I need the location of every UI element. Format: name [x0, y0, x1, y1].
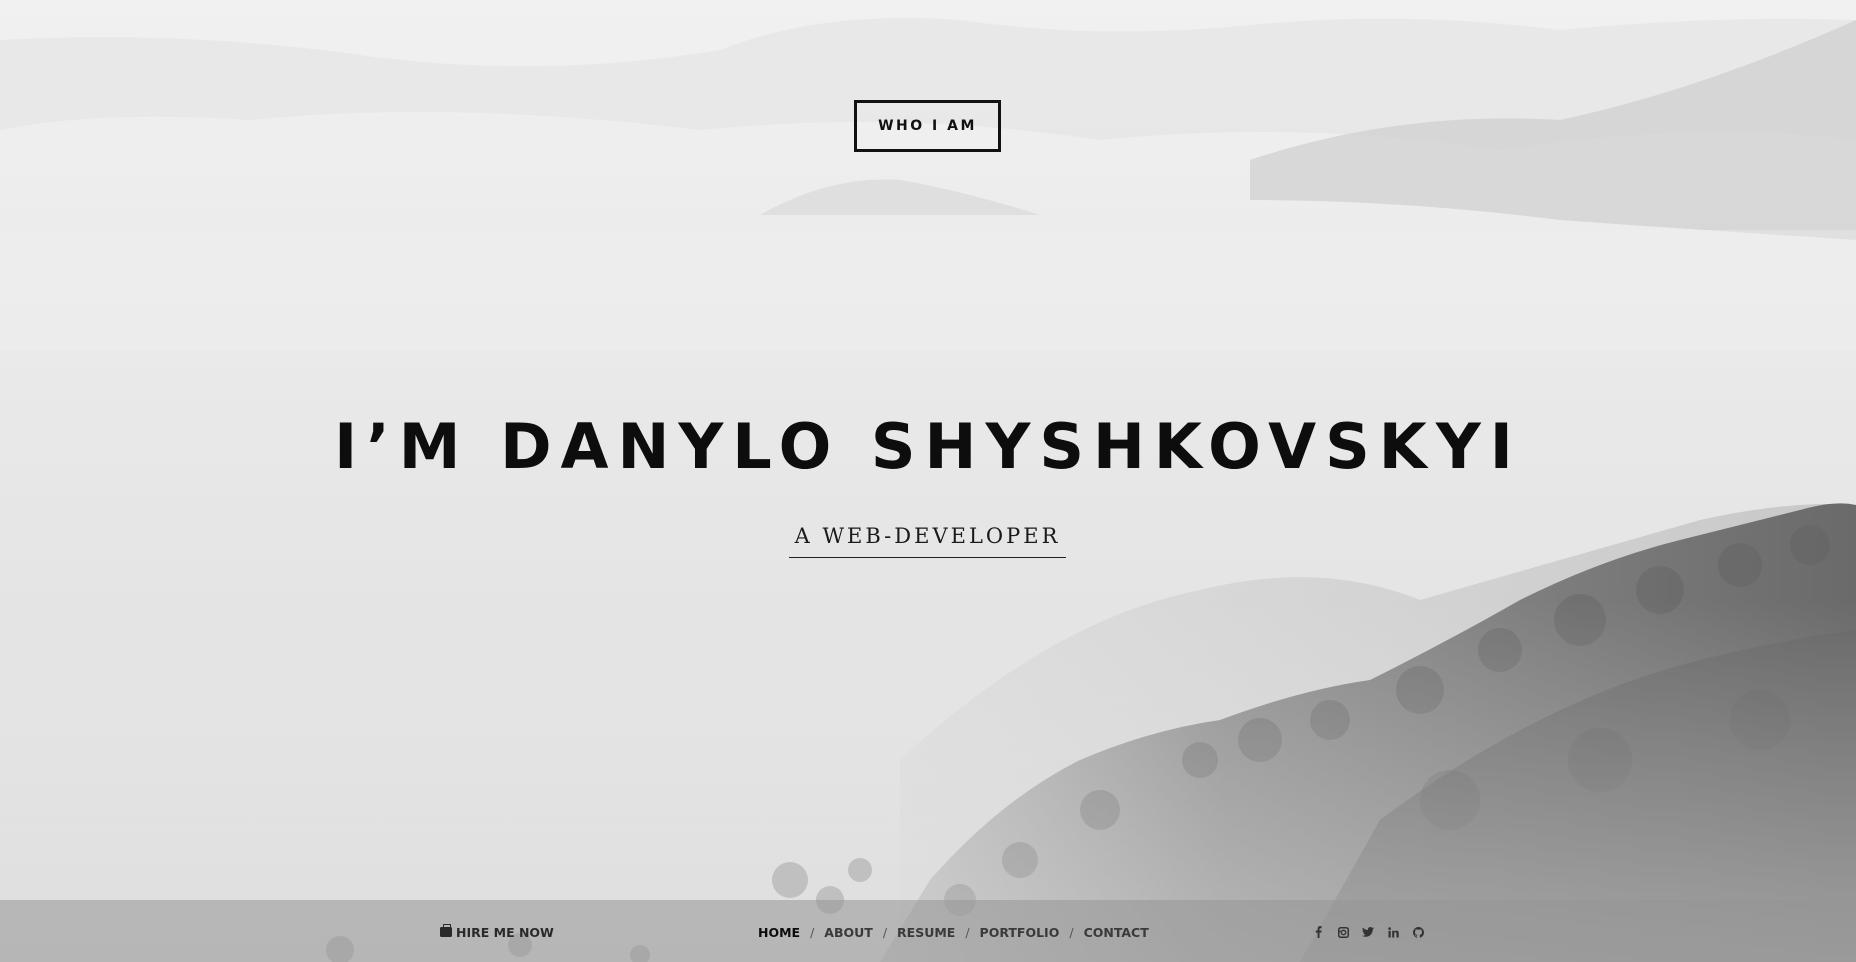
- nav-item-contact[interactable]: CONTACT: [1084, 925, 1149, 940]
- instagram-icon[interactable]: [1337, 925, 1349, 939]
- briefcase-icon: [440, 924, 452, 937]
- nav-item-home[interactable]: HOME: [758, 925, 800, 940]
- github-icon[interactable]: [1412, 925, 1424, 939]
- nav-item-about[interactable]: ABOUT: [824, 925, 873, 940]
- hire-me-button[interactable]: HIRE ME NOW: [440, 923, 554, 941]
- hire-me-label: HIRE ME NOW: [456, 924, 554, 940]
- social-links: [1312, 922, 1424, 942]
- footer-nav: HOME / ABOUT / RESUME / PORTFOLIO / CONT…: [758, 923, 1149, 941]
- who-i-am-button[interactable]: WHO I AM: [854, 100, 1001, 152]
- facebook-icon[interactable]: [1312, 925, 1324, 939]
- nav-item-resume[interactable]: RESUME: [897, 925, 955, 940]
- linkedin-icon[interactable]: [1387, 925, 1399, 939]
- hero-headline: I’M DANYLO SHYSHKOVSKYI: [334, 410, 1522, 483]
- nav-separator: /: [965, 924, 970, 940]
- nav-separator: /: [1069, 924, 1074, 940]
- nav-item-portfolio[interactable]: PORTFOLIO: [980, 925, 1060, 940]
- twitter-icon[interactable]: [1362, 925, 1374, 939]
- hero-subtitle: A WEB-DEVELOPER: [794, 524, 1061, 548]
- hero-subtitle-container: A WEB-DEVELOPER: [789, 520, 1066, 558]
- nav-separator: /: [882, 924, 888, 940]
- nav-separator: /: [810, 924, 815, 940]
